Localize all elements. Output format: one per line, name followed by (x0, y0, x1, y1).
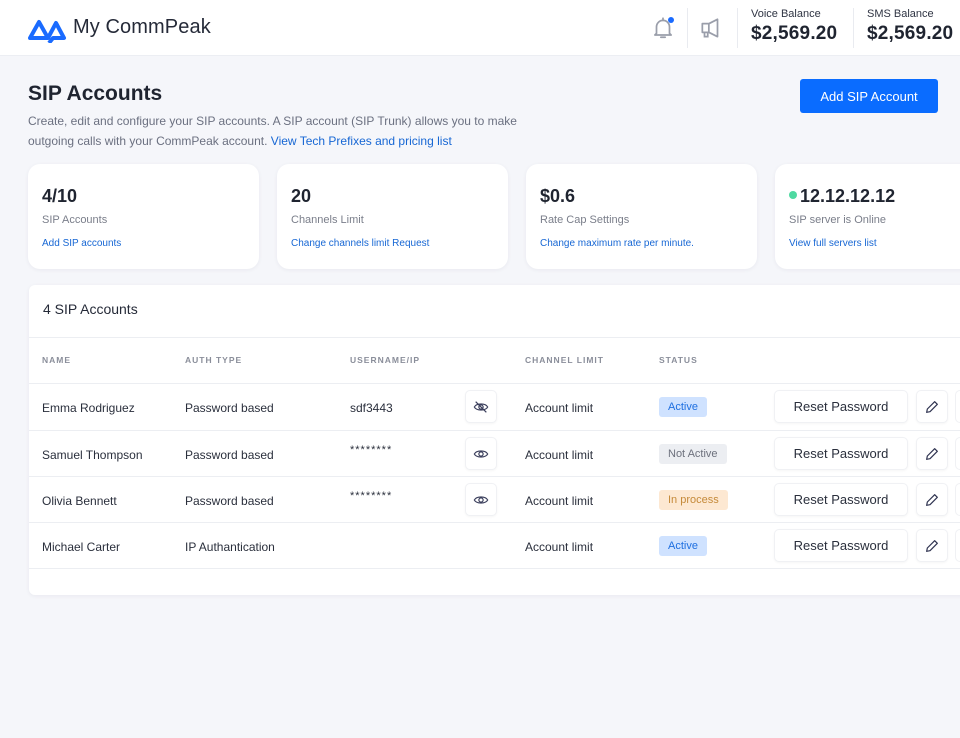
table-row: Samuel Thompson Password based ******** … (29, 431, 960, 477)
more-actions-button[interactable] (955, 529, 960, 562)
reset-password-button[interactable]: Reset Password (774, 529, 908, 562)
table-title: 4 SIP Accounts (43, 301, 138, 317)
sms-balance: SMS Balance $2,569.20 (867, 8, 953, 45)
more-actions-button[interactable] (955, 437, 960, 470)
edit-button[interactable] (916, 390, 948, 423)
column-header-status: STATUS (659, 355, 698, 365)
online-status-dot (789, 191, 797, 199)
card-value: 12.12.12.12 (789, 186, 895, 207)
voice-balance: Voice Balance $2,569.20 (751, 8, 837, 45)
sms-balance-value: $2,569.20 (867, 23, 954, 44)
account-name: Samuel Thompson (42, 448, 143, 462)
toggle-visibility-button[interactable] (465, 390, 497, 423)
status-badge: In process (659, 490, 728, 510)
column-header-channel-limit: CHANNEL LIMIT (525, 355, 604, 365)
eye-slash-icon (473, 400, 489, 413)
edit-button[interactable] (916, 483, 948, 516)
auth-type: Password based (185, 448, 274, 462)
card-value: 4/10 (42, 186, 78, 206)
add-sip-accounts-link[interactable]: Add SIP accounts (42, 238, 121, 249)
more-actions-button[interactable] (955, 483, 960, 516)
sip-accounts-table-panel: 4 SIP Accounts NAME AUTH TYPE USERNAME/I… (29, 285, 960, 595)
channel-limit: Account limit (525, 401, 594, 415)
sip-accounts-card: 4/10 SIP Accounts Add SIP accounts (28, 164, 259, 269)
pencil-icon (926, 400, 938, 413)
eye-icon (473, 495, 489, 504)
sms-balance-label: SMS Balance (867, 8, 934, 20)
edit-button[interactable] (916, 437, 948, 470)
auth-type: Password based (185, 494, 274, 508)
tech-prefixes-link[interactable]: View Tech Prefixes and pricing list (271, 134, 452, 148)
auth-type: IP Authantication (185, 540, 275, 554)
view-servers-link[interactable]: View full servers list (789, 238, 877, 249)
channel-limit: Account limit (525, 540, 594, 554)
divider (29, 568, 960, 569)
column-header-username: USERNAME/IP (350, 355, 421, 365)
divider (737, 8, 738, 48)
card-label: SIP Accounts (42, 214, 108, 226)
megaphone-icon[interactable] (698, 15, 724, 41)
top-bar: My CommPeak Voice Balance $2,569.20 SMS … (0, 0, 960, 56)
more-actions-button[interactable] (955, 390, 960, 423)
notification-dot (668, 17, 674, 23)
reset-password-button[interactable]: Reset Password (774, 437, 908, 470)
page-description: Create, edit and configure your SIP acco… (28, 111, 528, 151)
status-badge: Not Active (659, 444, 727, 464)
username-masked: ******** (350, 490, 393, 502)
reset-password-button[interactable]: Reset Password (774, 483, 908, 516)
status-badge: Active (659, 536, 707, 556)
account-name: Olivia Bennett (42, 494, 117, 508)
card-label: SIP server is Online (789, 214, 887, 226)
brand-name[interactable]: My CommPeak (73, 16, 211, 39)
change-max-rate-link[interactable]: Change maximum rate per minute. (540, 238, 694, 249)
status-badge: Active (659, 397, 707, 417)
server-ip: 12.12.12.12 (800, 186, 896, 206)
divider (29, 337, 960, 338)
column-header-auth-type: AUTH TYPE (185, 355, 243, 365)
column-header-name: NAME (42, 355, 72, 365)
change-channels-limit-link[interactable]: Change channels limit Request (291, 238, 429, 249)
toggle-visibility-button[interactable] (465, 437, 497, 470)
username-masked: ******** (350, 444, 393, 456)
pencil-icon (926, 447, 938, 460)
page-title: SIP Accounts (28, 82, 163, 105)
reset-password-button[interactable]: Reset Password (774, 390, 908, 423)
card-value: 20 (291, 186, 312, 206)
rate-cap-card: $0.6 Rate Cap Settings Change maximum ra… (526, 164, 757, 269)
account-name: Emma Rodriguez (42, 401, 135, 415)
add-sip-account-button[interactable]: Add SIP Account (800, 79, 938, 113)
channel-limit: Account limit (525, 448, 594, 462)
voice-balance-label: Voice Balance (751, 8, 821, 20)
sip-server-card: 12.12.12.12 SIP server is Online View fu… (775, 164, 960, 269)
voice-balance-value: $2,569.20 (751, 23, 838, 44)
edit-button[interactable] (916, 529, 948, 562)
card-label: Channels Limit (291, 214, 364, 226)
table-row: Olivia Bennett Password based ******** A… (29, 477, 960, 523)
commpeak-logo-icon[interactable] (27, 13, 67, 43)
username: sdf3443 (350, 401, 393, 415)
account-name: Michael Carter (42, 540, 121, 554)
divider (853, 8, 854, 48)
divider (687, 8, 688, 48)
table-row: Michael Carter IP Authantication Account… (29, 523, 960, 569)
card-label: Rate Cap Settings (540, 214, 630, 226)
pencil-icon (926, 539, 938, 552)
table-row: Emma Rodriguez Password based sdf3443 Ac… (29, 384, 960, 430)
auth-type: Password based (185, 401, 274, 415)
channel-limit: Account limit (525, 494, 594, 508)
toggle-visibility-button[interactable] (465, 483, 497, 516)
pencil-icon (926, 493, 938, 506)
eye-icon (473, 449, 489, 458)
channels-limit-card: 20 Channels Limit Change channels limit … (277, 164, 508, 269)
card-value: $0.6 (540, 186, 576, 206)
